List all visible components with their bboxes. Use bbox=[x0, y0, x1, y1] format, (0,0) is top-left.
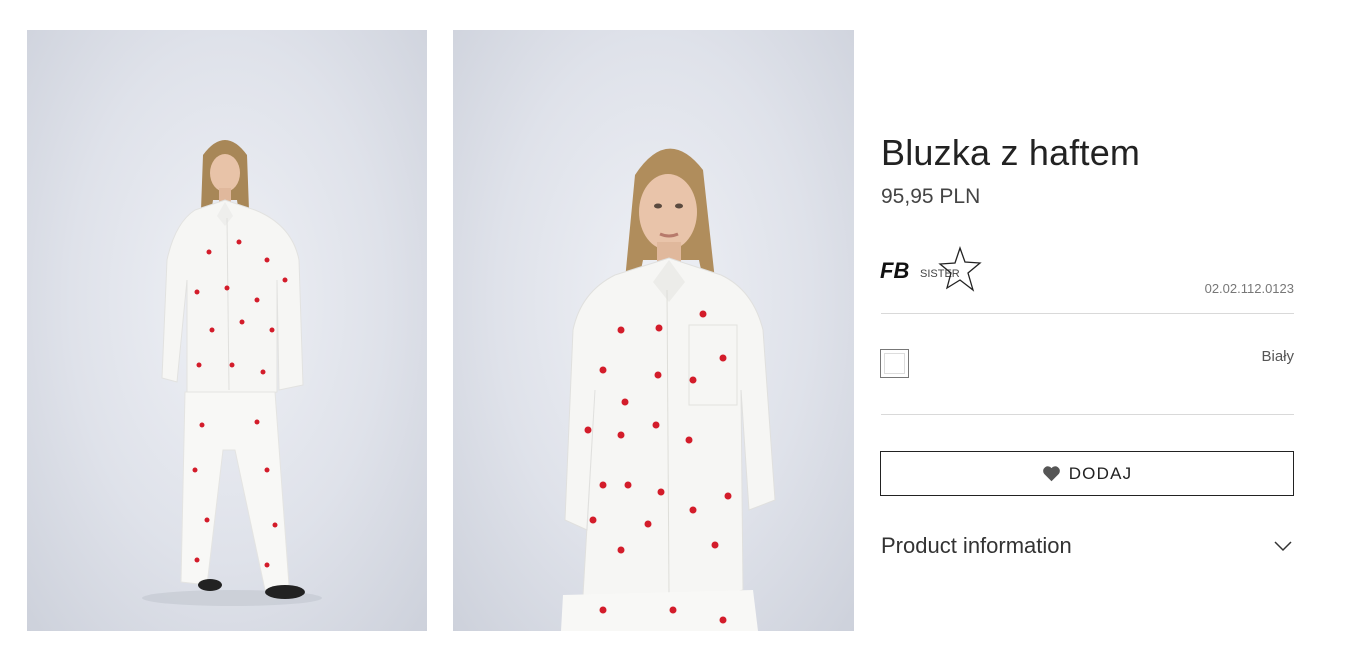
chevron-down-icon bbox=[1274, 541, 1292, 552]
product-image-1[interactable] bbox=[27, 30, 427, 631]
brand-logo[interactable]: FB SISTER bbox=[880, 246, 986, 294]
add-to-wishlist-button[interactable]: DODAJ bbox=[880, 451, 1294, 496]
model-full-body-image bbox=[142, 140, 322, 606]
product-image-2[interactable] bbox=[453, 30, 854, 631]
product-information-toggle[interactable]: Product information bbox=[881, 530, 1294, 562]
star-icon bbox=[938, 246, 982, 292]
heart-icon bbox=[1042, 466, 1060, 482]
product-price: 95,95 PLN bbox=[881, 185, 981, 208]
product-sku: 02.02.112.0123 bbox=[1204, 281, 1294, 296]
model-close-up-image bbox=[561, 148, 776, 631]
product-title: Bluzka z haftem bbox=[881, 132, 1141, 173]
svg-text:SISTER: SISTER bbox=[920, 268, 960, 280]
selected-color-name: Biały bbox=[1261, 348, 1294, 365]
product-information-label: Product information bbox=[881, 533, 1072, 558]
add-button-label: DODAJ bbox=[1068, 463, 1133, 483]
color-swatch-white[interactable] bbox=[880, 349, 909, 378]
divider bbox=[881, 313, 1294, 314]
svg-text:FB: FB bbox=[880, 258, 909, 283]
divider bbox=[881, 414, 1294, 415]
